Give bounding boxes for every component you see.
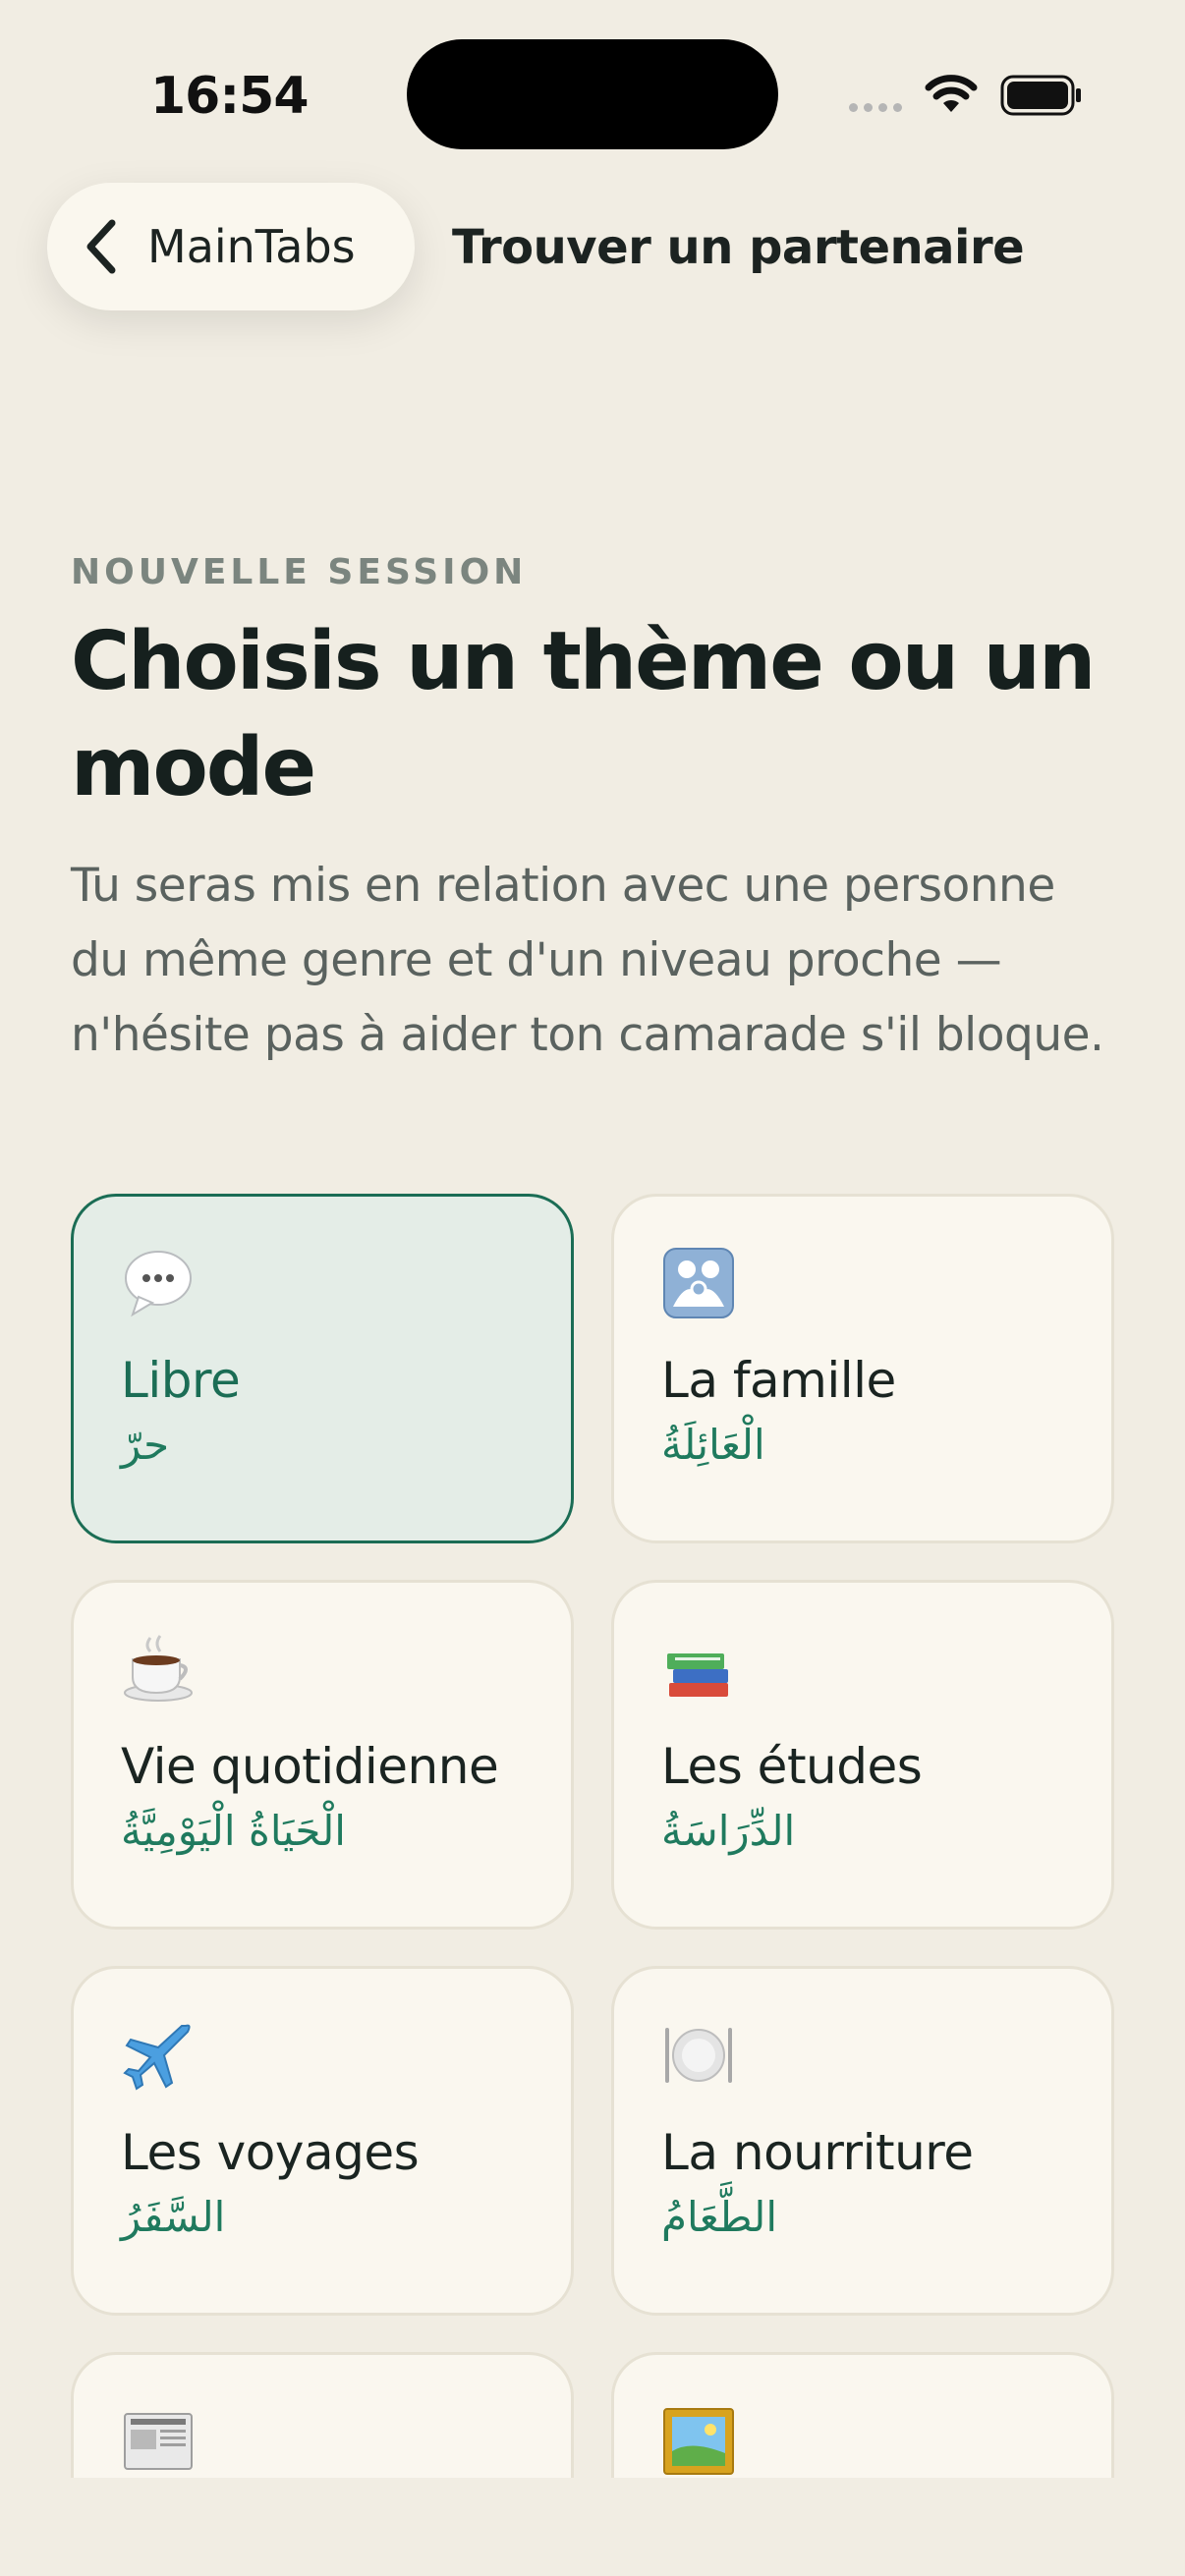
theme-card-etudes[interactable]: Les études الدِّرَاسَةُ — [611, 1580, 1114, 1930]
plate-icon — [665, 2028, 732, 2083]
theme-label: La famille — [661, 1352, 896, 1409]
speech-bubble-icon — [125, 1251, 192, 1317]
theme-label: Les études — [661, 1738, 923, 1795]
theme-card-nourriture[interactable]: La nourriture الطَّعَامُ — [611, 1966, 1114, 2316]
back-button-label: MainTabs — [147, 220, 356, 273]
theme-card-voyages[interactable]: Les voyages السَّفَرُ — [71, 1966, 574, 2316]
theme-grid: Libre حرّ La famille الْعَائِلَةُ Vie qu… — [0, 1179, 1185, 2478]
theme-card-7[interactable] — [71, 2352, 574, 2478]
nav-title: Trouver un partenaire — [452, 220, 1025, 275]
theme-label: La nourriture — [661, 2124, 974, 2181]
theme-card-famille[interactable]: La famille الْعَائِلَةُ — [611, 1194, 1114, 1543]
theme-label: Vie quotidienne — [121, 1738, 499, 1795]
theme-card-8[interactable] — [611, 2352, 1114, 2478]
family-icon — [663, 1248, 734, 1318]
theme-arabic-label: الطَّعَامُ — [661, 2193, 777, 2241]
theme-arabic-label: الدِّرَاسَةُ — [661, 1807, 796, 1855]
theme-card-libre[interactable]: Libre حرّ — [71, 1194, 574, 1543]
theme-arabic-label: الْحَيَاةُ الْيَوْمِيَّةُ — [121, 1807, 346, 1855]
battery-icon — [1000, 75, 1081, 116]
theme-arabic-label: السَّفَرُ — [121, 2193, 226, 2241]
section-eyebrow: NOUVELLE SESSION — [71, 552, 528, 592]
newspaper-icon — [124, 2413, 193, 2470]
theme-card-vie-quotidienne[interactable]: Vie quotidienne الْحَيَاةُ الْيَوْمِيَّة… — [71, 1580, 574, 1930]
theme-label: Les voyages — [121, 2124, 420, 2181]
framed-picture-icon — [663, 2408, 734, 2475]
airplane-icon — [123, 2024, 191, 2091]
books-icon — [667, 1653, 728, 1697]
wifi-icon — [925, 75, 978, 112]
cellular-signal-icon — [849, 103, 902, 112]
dynamic-island — [407, 39, 778, 149]
theme-arabic-label: حرّ — [121, 1421, 170, 1469]
page-title: Choisis un thème ou un mode — [71, 615, 1096, 814]
screen: 16:54 MainTabs Trouver un partenaire NOU… — [0, 0, 1185, 2576]
status-time: 16:54 — [150, 67, 310, 126]
theme-label: Libre — [121, 1352, 241, 1409]
back-button[interactable]: MainTabs — [47, 183, 415, 310]
coffee-icon — [124, 1635, 193, 1702]
page-subtitle: Tu seras mis en relation avec une person… — [71, 859, 1104, 1062]
chevron-left-icon — [86, 219, 116, 274]
theme-arabic-label: الْعَائِلَةُ — [661, 1421, 765, 1469]
